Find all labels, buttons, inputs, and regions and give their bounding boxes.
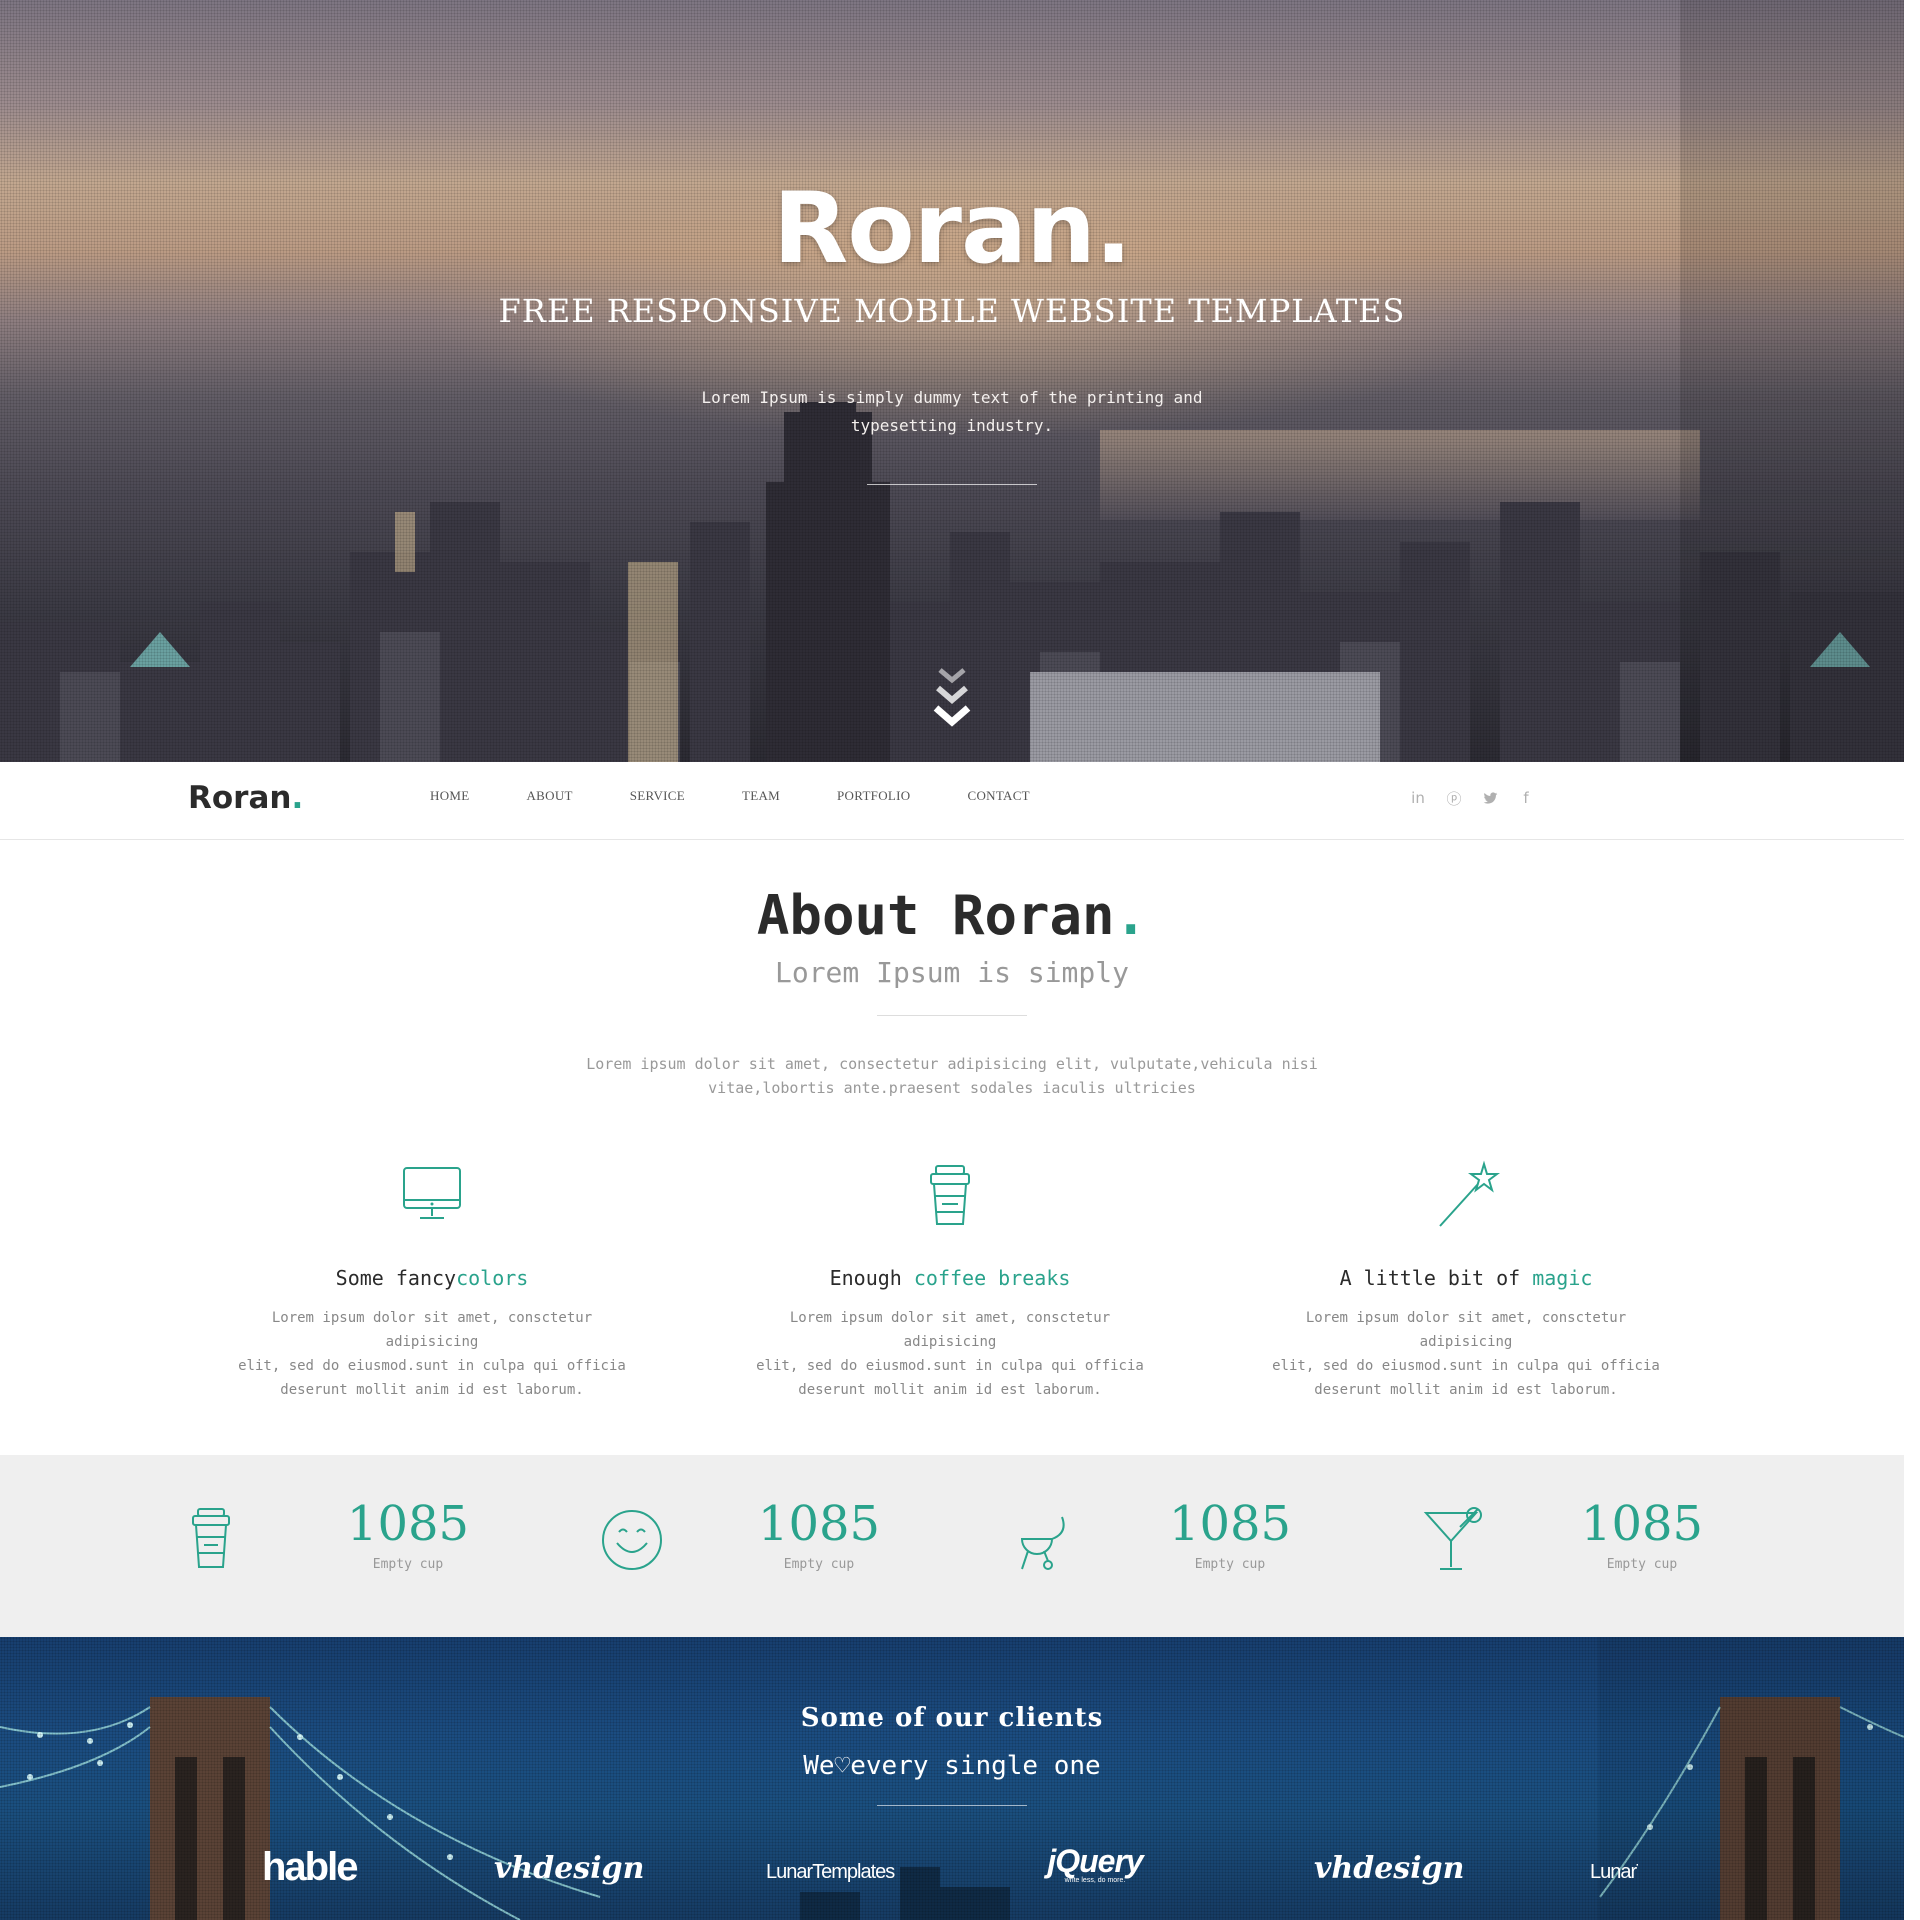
clients-subtitle: We♡every single one	[803, 1751, 1101, 1781]
hero-divider	[867, 484, 1037, 485]
smiley-icon	[602, 1510, 662, 1570]
feature-title: Some fancycolors	[335, 1266, 529, 1290]
stat-value: 1085	[1168, 1496, 1292, 1552]
magic-wand-icon	[1439, 1160, 1500, 1227]
stat-label: Empty cup	[372, 1557, 444, 1572]
client-logo-jquery[interactable]: jQuery write less, do more.	[1040, 1843, 1150, 1884]
feature-card: A little bit of magic Lorem ipsum dolor …	[1246, 1160, 1686, 1402]
coffee-cup-icon	[192, 1508, 230, 1568]
nav-item-contact[interactable]: CONTACT	[967, 788, 1029, 804]
about-text: Lorem ipsum dolor sit amet, consectetur …	[586, 1055, 1318, 1097]
nav-item-team[interactable]: TEAM	[742, 788, 780, 804]
monitor-icon	[403, 1167, 461, 1219]
stat-value: 1085	[346, 1496, 470, 1552]
stat-value: 1085	[757, 1496, 881, 1552]
clients-title: Some of our clients	[800, 1703, 1104, 1733]
client-logo-vhdesign[interactable]: vhdesign	[494, 1851, 644, 1886]
grill-icon	[1020, 1516, 1065, 1570]
feature-text: Lorem ipsum dolor sit amet, consctetur a…	[1272, 1310, 1660, 1398]
stats-section: 1085 Empty cup 1085 Empty cup 1085 Empty…	[0, 1455, 1904, 1637]
feature-card: Enough coffee breaks Lorem ipsum dolor s…	[730, 1160, 1170, 1402]
feature-card: Some fancycolors Lorem ipsum dolor sit a…	[212, 1160, 652, 1402]
nav-item-home[interactable]: HOME	[430, 788, 469, 804]
pinterest-icon[interactable]: ⓟ	[1444, 788, 1464, 808]
stat-label: Empty cup	[783, 1557, 855, 1572]
hero-text: Lorem Ipsum is simply dummy text of the …	[701, 388, 1203, 435]
client-logo-lunartemplates[interactable]: LunarTe	[1590, 1861, 1638, 1884]
feature-text: Lorem ipsum dolor sit amet, consctetur a…	[238, 1310, 626, 1398]
main-navbar: Roran. HOME ABOUT SERVICE TEAM PORTFOLIO…	[0, 762, 1904, 840]
client-logo-hable[interactable]: hable	[262, 1845, 358, 1890]
feature-text: Lorem ipsum dolor sit amet, consctetur a…	[756, 1310, 1144, 1398]
facebook-icon[interactable]: f	[1516, 788, 1536, 808]
hero-title-dot: .	[1094, 172, 1132, 286]
nav-item-portfolio[interactable]: PORTFOLIO	[837, 788, 910, 804]
about-subtitle: Lorem Ipsum is simply	[774, 956, 1129, 989]
stat-label: Empty cup	[1606, 1557, 1678, 1572]
hero-section: Roran. FREE RESPONSIVE MOBILE WEBSITE TE…	[0, 0, 1904, 762]
clients-section: Some of our clients We♡every single one …	[0, 1637, 1904, 1920]
hero-subtitle: FREE RESPONSIVE MOBILE WEBSITE TEMPLATES	[498, 292, 1406, 330]
linkedin-icon[interactable]: in	[1408, 788, 1428, 808]
nav-item-about[interactable]: ABOUT	[526, 788, 572, 804]
about-divider	[877, 1015, 1027, 1016]
about-title: About Roran.	[756, 884, 1148, 947]
feature-title: Enough coffee breaks	[829, 1266, 1071, 1290]
nav-menu: HOME ABOUT SERVICE TEAM PORTFOLIO CONTAC…	[430, 788, 1087, 804]
social-links: in ⓟ f	[1408, 788, 1552, 808]
cocktail-icon	[1423, 1507, 1482, 1570]
nav-logo[interactable]: Roran.	[188, 780, 303, 816]
nav-item-service[interactable]: SERVICE	[630, 788, 685, 804]
stat-value: 1085	[1580, 1496, 1704, 1552]
hero-dot-overlay	[0, 0, 1904, 762]
coffee-cup-icon	[930, 1165, 970, 1225]
client-logo-vhdesign[interactable]: vhdesign	[1314, 1851, 1464, 1886]
hero-title: Roran.	[772, 172, 1132, 286]
feature-title: A little bit of magic	[1339, 1266, 1593, 1290]
chevron-down-icon[interactable]	[932, 662, 972, 732]
clients-divider	[877, 1805, 1027, 1806]
twitter-icon[interactable]	[1480, 788, 1500, 808]
client-logo-lunartemplates[interactable]: LunarTemplates	[766, 1861, 895, 1884]
stat-label: Empty cup	[1194, 1557, 1266, 1572]
